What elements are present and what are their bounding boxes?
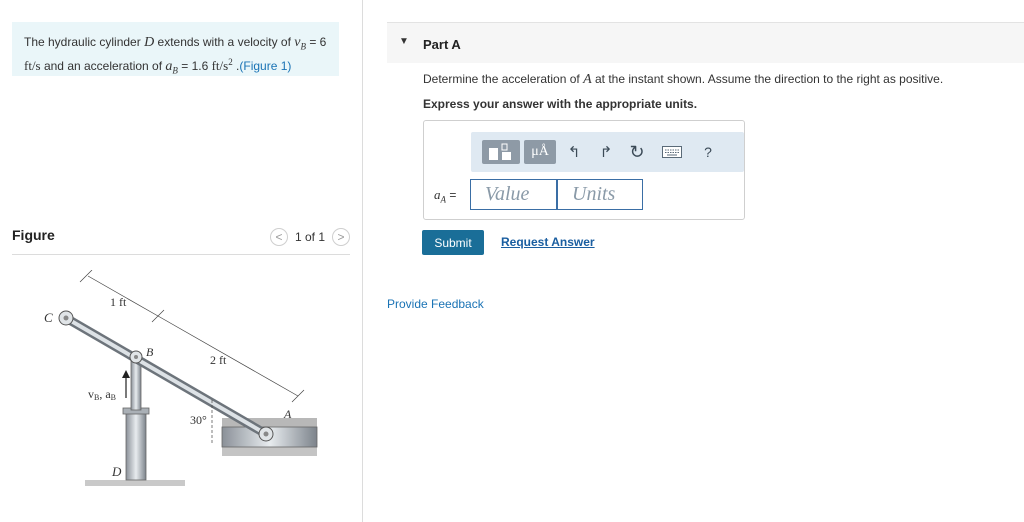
part-header[interactable]: ▼ Part A bbox=[387, 22, 1024, 63]
var-d: D bbox=[144, 35, 155, 50]
label-angle: 30° bbox=[190, 413, 207, 427]
question-part: at the instant shown. Assume the directi… bbox=[591, 72, 944, 86]
undo-icon: ↰ bbox=[567, 144, 581, 161]
reset-button[interactable]: ↻ bbox=[626, 140, 648, 164]
pager-count: 1 of 1 bbox=[294, 230, 325, 244]
value-placeholder: Value bbox=[485, 183, 530, 205]
label-2ft: 2 ft bbox=[210, 353, 227, 367]
dim-tick bbox=[291, 389, 305, 403]
question-part: Determine the acceleration of bbox=[423, 72, 584, 86]
chevron-left-icon: < bbox=[275, 230, 283, 244]
answer-eq: = bbox=[446, 188, 457, 202]
math-toolbar: μÅ ↰ ↱ ↻ ? bbox=[471, 132, 744, 172]
keyboard-icon bbox=[662, 146, 682, 158]
figure-header: Figure < 1 of 1 > bbox=[12, 226, 350, 255]
chevron-right-icon: > bbox=[337, 230, 345, 244]
label-d: D bbox=[111, 464, 122, 479]
label-c: C bbox=[44, 310, 53, 325]
template-button[interactable] bbox=[482, 140, 520, 164]
undo-button[interactable]: ↰ bbox=[563, 140, 585, 164]
link-highlight bbox=[64, 316, 268, 436]
help-button[interactable]: ? bbox=[697, 140, 719, 164]
template-icon bbox=[489, 143, 511, 160]
label-vb-ab-part: , a bbox=[99, 387, 111, 401]
submit-button[interactable]: Submit bbox=[422, 230, 484, 255]
label-vb-ab-part: B bbox=[111, 393, 116, 402]
mu-icon: μÅ bbox=[531, 144, 549, 159]
cylinder-d bbox=[125, 411, 147, 481]
right-panel: ▼ Part A Determine the acceleration of A… bbox=[363, 0, 1024, 522]
ground-d bbox=[85, 480, 185, 486]
label-a: A bbox=[283, 407, 292, 421]
pin-b-center bbox=[134, 355, 138, 359]
var-a: A bbox=[583, 72, 592, 87]
arrow-head-icon bbox=[122, 370, 130, 378]
units-input[interactable]: Units bbox=[557, 179, 643, 210]
units-placeholder: Units bbox=[572, 183, 616, 205]
label-b: B bbox=[146, 345, 154, 359]
figure-title: Figure bbox=[12, 227, 55, 243]
problem-statement: The hydraulic cylinder D extends with a … bbox=[12, 22, 339, 76]
answer-label: aA = bbox=[434, 187, 456, 204]
reset-icon: ↻ bbox=[629, 141, 645, 162]
value-input[interactable]: Value bbox=[470, 179, 557, 210]
submit-label: Submit bbox=[434, 235, 472, 250]
problem-text: = 6 bbox=[305, 35, 327, 49]
problem-text: = 1.6 bbox=[177, 59, 212, 74]
left-panel: The hydraulic cylinder D extends with a … bbox=[0, 0, 362, 522]
figure-link[interactable]: (Figure 1) bbox=[239, 59, 291, 73]
problem-text: extends with a velocity of bbox=[154, 35, 295, 49]
question-text: Determine the acceleration of A at the i… bbox=[423, 72, 943, 88]
help-icon: ? bbox=[704, 144, 712, 160]
dim-tick bbox=[79, 270, 93, 283]
redo-button[interactable]: ↱ bbox=[595, 140, 617, 164]
problem-text: and an acceleration of bbox=[40, 59, 166, 74]
figure-pager: < 1 of 1 > bbox=[269, 228, 350, 246]
next-figure-button[interactable]: > bbox=[332, 228, 350, 246]
label-vb-ab: vB, aB bbox=[88, 387, 116, 402]
prev-figure-button[interactable]: < bbox=[269, 228, 288, 246]
unit-ft-s2: ft/s bbox=[211, 58, 229, 74]
answer-box: μÅ ↰ ↱ ↻ ? aA = Value Units bbox=[423, 120, 745, 220]
redo-icon: ↱ bbox=[599, 144, 613, 161]
answer-instruction: Express your answer with the appropriate… bbox=[423, 97, 698, 111]
pin-c-center bbox=[63, 315, 69, 321]
keyboard-button[interactable] bbox=[660, 140, 684, 164]
mechanism-figure: C B A D 1 ft 2 ft 30° vB, aB bbox=[44, 270, 318, 486]
provide-feedback-link[interactable]: Provide Feedback bbox=[387, 297, 484, 311]
part-title: Part A bbox=[423, 37, 461, 52]
unit-ft-s: ft/s bbox=[24, 58, 41, 74]
caret-down-icon[interactable]: ▼ bbox=[399, 36, 409, 47]
request-answer-link[interactable]: Request Answer bbox=[501, 235, 595, 249]
track-bottom bbox=[222, 446, 317, 456]
dim-tick bbox=[151, 309, 165, 323]
units-button[interactable]: μÅ bbox=[524, 140, 556, 164]
pin-a-center bbox=[263, 431, 269, 437]
label-1ft: 1 ft bbox=[110, 295, 127, 309]
problem-text: The hydraulic cylinder bbox=[24, 35, 145, 49]
